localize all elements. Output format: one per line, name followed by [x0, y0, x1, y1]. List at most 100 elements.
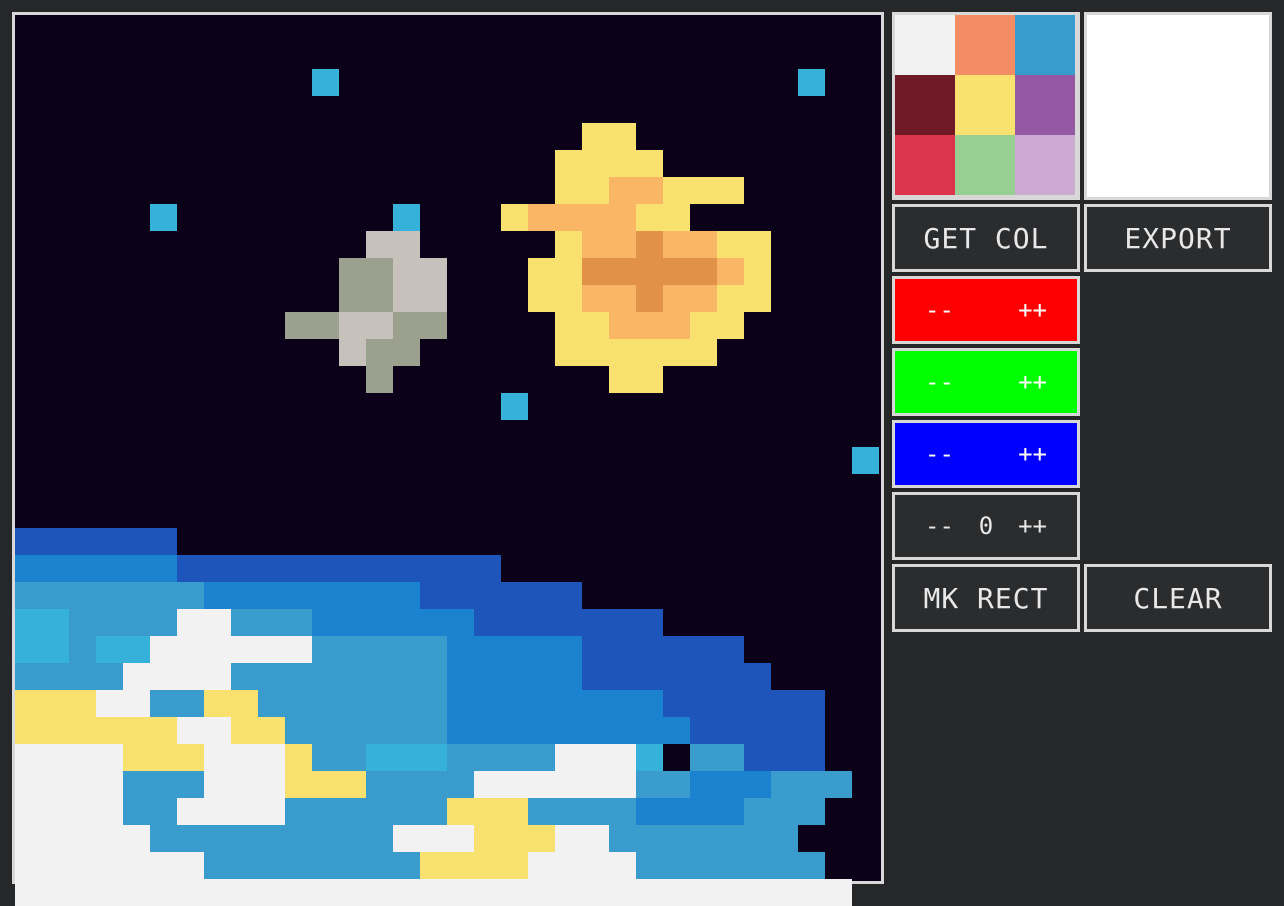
pixel-cell[interactable] [474, 771, 501, 798]
pixel-cell[interactable] [177, 744, 204, 771]
pixel-cell[interactable] [69, 528, 96, 555]
pixel-cell[interactable] [177, 609, 204, 636]
pixel-cell[interactable] [744, 690, 771, 717]
pixel-cell[interactable] [285, 771, 312, 798]
pixel-cell[interactable] [582, 339, 609, 366]
pixel-cell[interactable] [366, 798, 393, 825]
pixel-cell[interactable] [609, 339, 636, 366]
pixel-cell[interactable] [690, 690, 717, 717]
pixel-cell[interactable] [636, 231, 663, 258]
pixel-cell[interactable] [123, 879, 150, 906]
pixel-cell[interactable] [717, 177, 744, 204]
pixel-cell[interactable] [393, 690, 420, 717]
pixel-cell[interactable] [609, 663, 636, 690]
pixel-cell[interactable] [96, 771, 123, 798]
pixel-cell[interactable] [366, 258, 393, 285]
pixel-cell[interactable] [366, 690, 393, 717]
pixel-cell[interactable] [366, 771, 393, 798]
pixel-cell[interactable] [636, 204, 663, 231]
pixel-cell[interactable] [501, 690, 528, 717]
pixel-cell[interactable] [771, 825, 798, 852]
pixel-cell[interactable] [582, 204, 609, 231]
pixel-cell[interactable] [96, 852, 123, 879]
pixel-cell[interactable] [501, 771, 528, 798]
pixel-cell[interactable] [528, 879, 555, 906]
pixel-cell[interactable] [474, 636, 501, 663]
pixel-cell[interactable] [15, 582, 42, 609]
pixel-cell[interactable] [150, 663, 177, 690]
pixel-cell[interactable] [123, 582, 150, 609]
pixel-cell[interactable] [501, 825, 528, 852]
pixel-cell[interactable] [663, 204, 690, 231]
pixel-cell[interactable] [663, 717, 690, 744]
pixel-cell[interactable] [339, 879, 366, 906]
pixel-cell[interactable] [582, 798, 609, 825]
pixel-cell[interactable] [177, 879, 204, 906]
pixel-cell[interactable] [258, 771, 285, 798]
pixel-cell[interactable] [501, 717, 528, 744]
pixel-cell[interactable] [204, 744, 231, 771]
pixel-cell[interactable] [177, 555, 204, 582]
pixel-cell[interactable] [258, 636, 285, 663]
pixel-cell[interactable] [555, 663, 582, 690]
pixel-cell[interactable] [312, 879, 339, 906]
pixel-cell[interactable] [501, 204, 528, 231]
pixel-cell[interactable] [69, 717, 96, 744]
pixel-cell[interactable] [582, 609, 609, 636]
pixel-cell[interactable] [42, 690, 69, 717]
palette-swatch[interactable] [955, 15, 1015, 75]
pixel-cell[interactable] [744, 879, 771, 906]
pixel-cell[interactable] [609, 312, 636, 339]
pixel-cell[interactable] [393, 555, 420, 582]
pixel-cell[interactable] [258, 690, 285, 717]
pixel-cell[interactable] [339, 609, 366, 636]
pixel-cell[interactable] [177, 825, 204, 852]
pixel-cell[interactable] [798, 798, 825, 825]
blue-decrease-button[interactable]: -- [925, 440, 954, 468]
pixel-cell[interactable] [474, 798, 501, 825]
pixel-cell[interactable] [312, 717, 339, 744]
pixel-cell[interactable] [528, 285, 555, 312]
pixel-cell[interactable] [609, 879, 636, 906]
pixel-cell[interactable] [312, 636, 339, 663]
pixel-cell[interactable] [15, 825, 42, 852]
pixel-cell[interactable] [663, 177, 690, 204]
pixel-cell[interactable] [366, 555, 393, 582]
pixel-cell[interactable] [582, 150, 609, 177]
pixel-cell[interactable] [582, 177, 609, 204]
pixel-cell[interactable] [339, 582, 366, 609]
pixel-cell[interactable] [636, 879, 663, 906]
palette-swatch[interactable] [895, 135, 955, 195]
pixel-cell[interactable] [474, 690, 501, 717]
pixel-cell[interactable] [366, 879, 393, 906]
pixel-cell[interactable] [69, 852, 96, 879]
pixel-cell[interactable] [123, 798, 150, 825]
pixel-cell[interactable] [555, 204, 582, 231]
pixel-cell[interactable] [636, 636, 663, 663]
pixel-cell[interactable] [312, 798, 339, 825]
pixel-cell[interactable] [663, 258, 690, 285]
pixel-cell[interactable] [528, 717, 555, 744]
pixel-cell[interactable] [312, 69, 339, 96]
export-button[interactable]: EXPORT [1084, 204, 1272, 272]
pixel-cell[interactable] [96, 555, 123, 582]
pixel-cell[interactable] [663, 636, 690, 663]
pixel-cell[interactable] [177, 717, 204, 744]
pixel-cell[interactable] [393, 231, 420, 258]
pixel-cell[interactable] [366, 285, 393, 312]
pixel-cell[interactable] [312, 690, 339, 717]
pixel-cell[interactable] [717, 798, 744, 825]
pixel-cell[interactable] [582, 879, 609, 906]
pixel-cell[interactable] [555, 609, 582, 636]
pixel-cell[interactable] [609, 636, 636, 663]
pixel-cell[interactable] [285, 798, 312, 825]
pixel-cell[interactable] [663, 312, 690, 339]
pixel-cell[interactable] [42, 609, 69, 636]
pixel-cell[interactable] [663, 879, 690, 906]
pixel-cell[interactable] [312, 555, 339, 582]
pixel-cell[interactable] [528, 771, 555, 798]
pixel-cell[interactable] [285, 609, 312, 636]
palette-swatch[interactable] [895, 15, 955, 75]
pixel-cell[interactable] [474, 825, 501, 852]
pixel-cell[interactable] [339, 555, 366, 582]
